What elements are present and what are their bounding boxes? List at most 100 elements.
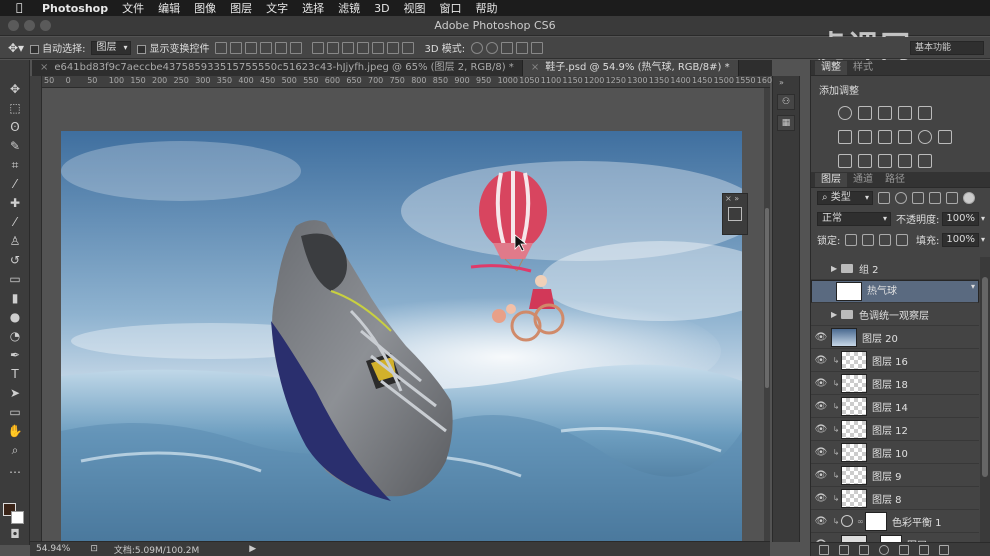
hue-saturation-icon[interactable] xyxy=(838,130,852,144)
visibility-toggle-icon[interactable]: 👁 xyxy=(811,309,831,320)
auto-select-dropdown[interactable]: 图层 xyxy=(91,40,132,55)
new-layer-icon[interactable] xyxy=(919,544,929,555)
layer-name[interactable]: 图层 16 xyxy=(872,353,908,368)
move-tool-icon[interactable]: ✥▾ xyxy=(8,41,24,55)
menu-3d[interactable]: 3D xyxy=(374,2,389,15)
layer-name[interactable]: 色调统一观察层 xyxy=(859,307,929,322)
path-select-tool-icon[interactable]: ➤ xyxy=(4,384,26,402)
visibility-toggle-icon[interactable]: 👁 xyxy=(811,470,831,481)
posterize-icon[interactable] xyxy=(858,154,872,168)
shape-tool-icon[interactable]: ▭ xyxy=(4,403,26,421)
menu-help[interactable]: 帮助 xyxy=(476,0,498,16)
layer-row[interactable]: 👁 热气球 xyxy=(811,280,979,303)
menu-image[interactable]: 图像 xyxy=(194,0,216,16)
filter-type-icon[interactable] xyxy=(912,192,924,204)
fill-input[interactable]: 100% xyxy=(942,232,979,247)
layer-name[interactable]: 图层 10 xyxy=(872,445,908,460)
levels-icon[interactable] xyxy=(858,106,872,120)
align-bottom-icon[interactable] xyxy=(245,41,258,54)
layer-row[interactable]: 👁 ↳ 图层 16 xyxy=(811,349,979,372)
curves-icon[interactable] xyxy=(878,106,892,120)
lock-position-icon[interactable] xyxy=(879,233,892,246)
3d-rotate-icon[interactable] xyxy=(471,41,484,54)
auto-align-icon[interactable] xyxy=(402,41,415,54)
3d-slide-icon[interactable] xyxy=(516,41,529,54)
history-panel-icon[interactable]: ⚇ xyxy=(777,94,795,110)
distribute-right-icon[interactable] xyxy=(387,41,400,54)
close-window-button[interactable] xyxy=(8,20,19,31)
add-mask-icon[interactable] xyxy=(859,544,869,555)
eraser-tool-icon[interactable]: ▭ xyxy=(4,270,26,288)
layer-row[interactable]: 👁 ↳ 图层 12 xyxy=(811,418,979,441)
gradient-map-icon[interactable] xyxy=(898,154,912,168)
menu-type[interactable]: 文字 xyxy=(266,0,288,16)
layer-row[interactable]: 👁 ↳ 图层 8 xyxy=(811,487,979,510)
black-white-icon[interactable] xyxy=(878,130,892,144)
layer-name[interactable]: 图层 9 xyxy=(872,468,902,483)
expand-group-icon[interactable]: ▶ xyxy=(831,264,841,273)
brush-tool-icon[interactable]: ⁄ xyxy=(4,213,26,231)
expand-group-icon[interactable]: ▶ xyxy=(831,310,841,319)
visibility-toggle-icon[interactable]: 👁 xyxy=(811,263,831,274)
workspace-switcher[interactable]: 基本功能 xyxy=(910,41,984,55)
color-balance-icon[interactable] xyxy=(858,130,872,144)
dodge-tool-icon[interactable]: ◔ xyxy=(4,327,26,345)
layer-row[interactable]: 👁 ↳ 图层 18 xyxy=(811,372,979,395)
menu-layer[interactable]: 图层 xyxy=(230,0,252,16)
visibility-toggle-icon[interactable]: 👁 xyxy=(811,493,831,504)
filter-toggle-icon[interactable] xyxy=(963,192,975,204)
filter-shape-icon[interactable] xyxy=(929,192,941,204)
eyedropper-tool-icon[interactable]: ⁄ xyxy=(4,175,26,193)
tab-paths[interactable]: 路径 xyxy=(879,173,911,187)
3d-scale-icon[interactable] xyxy=(531,41,544,54)
layer-name[interactable]: 图层 20 xyxy=(862,330,898,345)
filter-adjustment-icon[interactable] xyxy=(895,192,907,204)
opacity-input[interactable]: 100% xyxy=(942,211,979,226)
filter-smart-object-icon[interactable] xyxy=(946,192,958,204)
filter-pixel-icon[interactable] xyxy=(878,192,890,204)
layer-name[interactable]: 组 2 xyxy=(859,261,879,276)
channel-mixer-icon[interactable] xyxy=(918,130,932,144)
healing-brush-tool-icon[interactable]: ✚ xyxy=(4,194,26,212)
tab-document-jpeg[interactable]: × e641bd83f9c7aeccbe437585933515755550c51… xyxy=(32,60,523,76)
zoom-level[interactable]: 54.94% xyxy=(36,544,70,554)
layer-row[interactable]: 👁 ▶ 色调统一观察层 xyxy=(811,303,979,326)
blur-tool-icon[interactable]: ● xyxy=(4,308,26,326)
menu-window[interactable]: 窗口 xyxy=(440,0,462,16)
lock-transparency-icon[interactable] xyxy=(845,233,858,246)
align-left-icon[interactable] xyxy=(260,41,273,54)
zoom-window-button[interactable] xyxy=(40,20,51,31)
invert-icon[interactable] xyxy=(838,154,852,168)
menu-view[interactable]: 视图 xyxy=(404,0,426,16)
close-tab-icon[interactable]: × xyxy=(531,62,539,73)
exposure-icon[interactable] xyxy=(898,106,912,120)
visibility-toggle-icon[interactable]: 👁 xyxy=(811,447,831,458)
apple-icon[interactable]:  xyxy=(16,2,28,14)
3d-roll-icon[interactable] xyxy=(486,41,499,54)
layer-row[interactable]: 👁 图层 20 xyxy=(811,326,979,349)
visibility-toggle-icon[interactable]: 👁 xyxy=(816,286,836,298)
align-top-icon[interactable] xyxy=(215,41,228,54)
move-tool-icon[interactable]: ✥ xyxy=(4,80,26,98)
vibrance-icon[interactable] xyxy=(918,106,932,120)
status-info-icon[interactable]: ⊡ xyxy=(90,544,98,554)
distribute-hcenter-icon[interactable] xyxy=(372,41,385,54)
layer-filter-dropdown[interactable]: ⌕ 类型 xyxy=(817,191,873,205)
fill-dropdown-icon[interactable]: ▾ xyxy=(981,235,985,244)
close-tab-icon[interactable]: × xyxy=(40,62,48,73)
chain-link-icon[interactable]: ∞ xyxy=(857,517,865,526)
hand-tool-icon[interactable]: ✋ xyxy=(4,422,26,440)
history-brush-tool-icon[interactable]: ↺ xyxy=(4,251,26,269)
visibility-toggle-icon[interactable]: 👁 xyxy=(811,378,831,389)
layer-row[interactable]: 👁 ▶ 组 2 xyxy=(811,257,979,280)
more-tools-icon[interactable]: … xyxy=(4,460,26,478)
canvas-scrollbar[interactable] xyxy=(764,88,770,541)
brightness-contrast-icon[interactable] xyxy=(838,106,852,120)
distribute-bottom-icon[interactable] xyxy=(342,41,355,54)
visibility-toggle-icon[interactable]: 👁 xyxy=(811,332,831,343)
distribute-top-icon[interactable] xyxy=(312,41,325,54)
3d-pan-icon[interactable] xyxy=(501,41,514,54)
status-menu-arrow-icon[interactable]: ▶ xyxy=(249,544,256,554)
layer-style-icon[interactable] xyxy=(839,544,849,555)
menu-filter[interactable]: 滤镜 xyxy=(338,0,360,16)
